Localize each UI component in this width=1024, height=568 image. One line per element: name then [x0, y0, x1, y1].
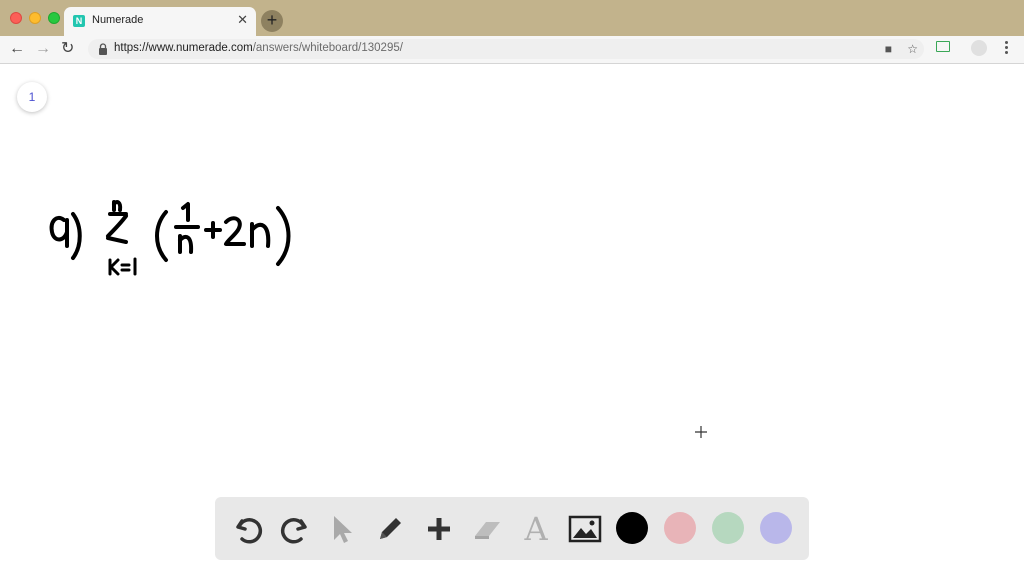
eraser-icon[interactable]: [470, 512, 504, 546]
ink-fraction: [174, 202, 200, 254]
pen-icon[interactable]: [373, 512, 407, 546]
whiteboard-canvas[interactable]: [0, 64, 1024, 568]
browser-toolbar: ← → ↻ https://www.numerade.com/answers/w…: [0, 36, 1024, 64]
ink-sigma-lower: [108, 257, 137, 276]
ink-sigma: [106, 200, 128, 244]
camera-icon[interactable]: ■: [885, 42, 892, 56]
browser-menu-icon[interactable]: [1005, 41, 1009, 56]
browser-titlebar: N Numerade ✕ +: [0, 0, 1024, 36]
profile-avatar-icon[interactable]: [971, 40, 987, 56]
reload-icon[interactable]: ↻: [61, 40, 74, 58]
text-icon[interactable]: A: [519, 512, 553, 546]
window-maximize-button[interactable]: [48, 12, 60, 24]
cast-icon[interactable]: [936, 41, 950, 52]
back-arrow-icon[interactable]: ←: [9, 40, 25, 58]
undo-icon[interactable]: [231, 512, 265, 546]
numerade-favicon-icon: N: [73, 15, 85, 27]
ink-two: [224, 216, 246, 246]
bookmark-star-icon[interactable]: ☆: [907, 42, 918, 56]
address-bar[interactable]: https://www.numerade.com/answers/whitebo…: [88, 39, 924, 59]
tool-palette: A: [215, 497, 809, 560]
forward-arrow-icon[interactable]: →: [35, 40, 51, 58]
ink-left-paren: [155, 210, 168, 262]
tab-close-icon[interactable]: ✕: [237, 13, 248, 27]
redo-icon[interactable]: [278, 512, 312, 546]
ink-n: [250, 222, 271, 248]
page-number-badge[interactable]: 1: [17, 82, 47, 112]
window-close-button[interactable]: [10, 12, 22, 24]
window-minimize-button[interactable]: [29, 12, 41, 24]
color-swatch-lavender[interactable]: [760, 512, 792, 544]
handwritten-sum-expression: [49, 200, 291, 276]
url-host: https://www.numerade.com: [114, 42, 253, 54]
url-path: /answers/whiteboard/130295/: [252, 42, 403, 54]
plus-icon[interactable]: [422, 512, 456, 546]
image-icon[interactable]: [568, 512, 602, 546]
ink-right-paren: [276, 206, 291, 266]
ink-label-a: [49, 212, 82, 260]
color-swatch-pink[interactable]: [664, 512, 696, 544]
pointer-icon[interactable]: [325, 512, 359, 546]
new-tab-button[interactable]: +: [261, 10, 283, 32]
ink-plus: [204, 221, 222, 239]
browser-tab[interactable]: N Numerade ✕: [64, 7, 256, 36]
tab-title: Numerade: [92, 14, 144, 26]
crosshair-cursor-icon: [695, 426, 707, 438]
color-swatch-black[interactable]: [616, 512, 648, 544]
url-text: https://www.numerade.com/answers/whitebo…: [114, 42, 403, 54]
color-swatch-green[interactable]: [712, 512, 744, 544]
lock-icon: [99, 43, 107, 55]
